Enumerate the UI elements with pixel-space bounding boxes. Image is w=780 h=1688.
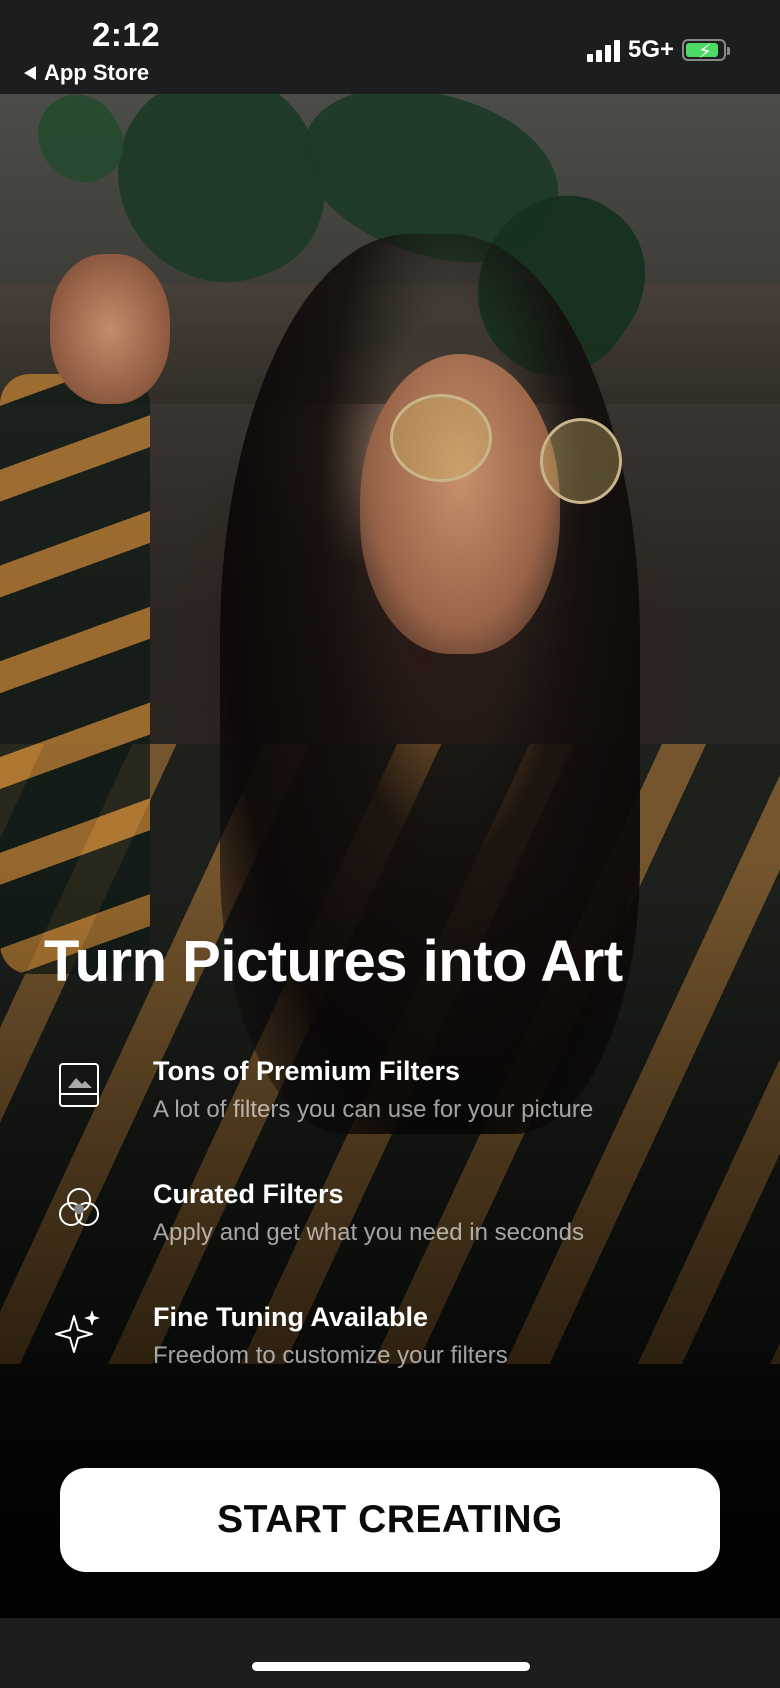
bottom-safe-area — [0, 1618, 780, 1688]
back-to-app-store-link[interactable]: App Store — [24, 60, 149, 86]
feature-title: Curated Filters — [153, 1179, 344, 1209]
status-bar: 2:12 App Store 5G+ ⚡ — [0, 0, 780, 94]
overlapping-circles-icon — [54, 1183, 104, 1233]
feature-item: Tons of Premium Filters A lot of filters… — [0, 1056, 780, 1160]
network-type: 5G+ — [627, 36, 674, 63]
cellular-signal-icon — [586, 38, 620, 62]
back-link-label: App Store — [44, 60, 150, 85]
feature-subtitle: Apply and get what you need in seconds — [153, 1219, 584, 1246]
page-title: Turn Pictures into Art — [44, 929, 623, 994]
feature-subtitle: A lot of filters you can use for your pi… — [153, 1096, 594, 1123]
image-frame-icon — [54, 1060, 104, 1110]
feature-item: Curated Filters Apply and get what you n… — [0, 1179, 780, 1283]
start-creating-button[interactable]: START CREATING — [60, 1468, 720, 1572]
feature-item: Fine Tuning Available Freedom to customi… — [0, 1302, 780, 1406]
status-indicators: 5G+ ⚡ — [586, 36, 730, 64]
charging-bolt-icon: ⚡ — [698, 41, 713, 63]
feature-title: Tons of Premium Filters — [153, 1056, 461, 1086]
battery-icon: ⚡ — [682, 39, 730, 63]
feature-subtitle: Freedom to customize your filters — [153, 1342, 508, 1369]
home-indicator[interactable] — [252, 1662, 530, 1671]
feature-title: Fine Tuning Available — [153, 1302, 429, 1332]
sparkle-icon — [54, 1306, 104, 1356]
status-time: 2:12 — [92, 16, 161, 53]
back-arrow-icon — [24, 66, 36, 80]
